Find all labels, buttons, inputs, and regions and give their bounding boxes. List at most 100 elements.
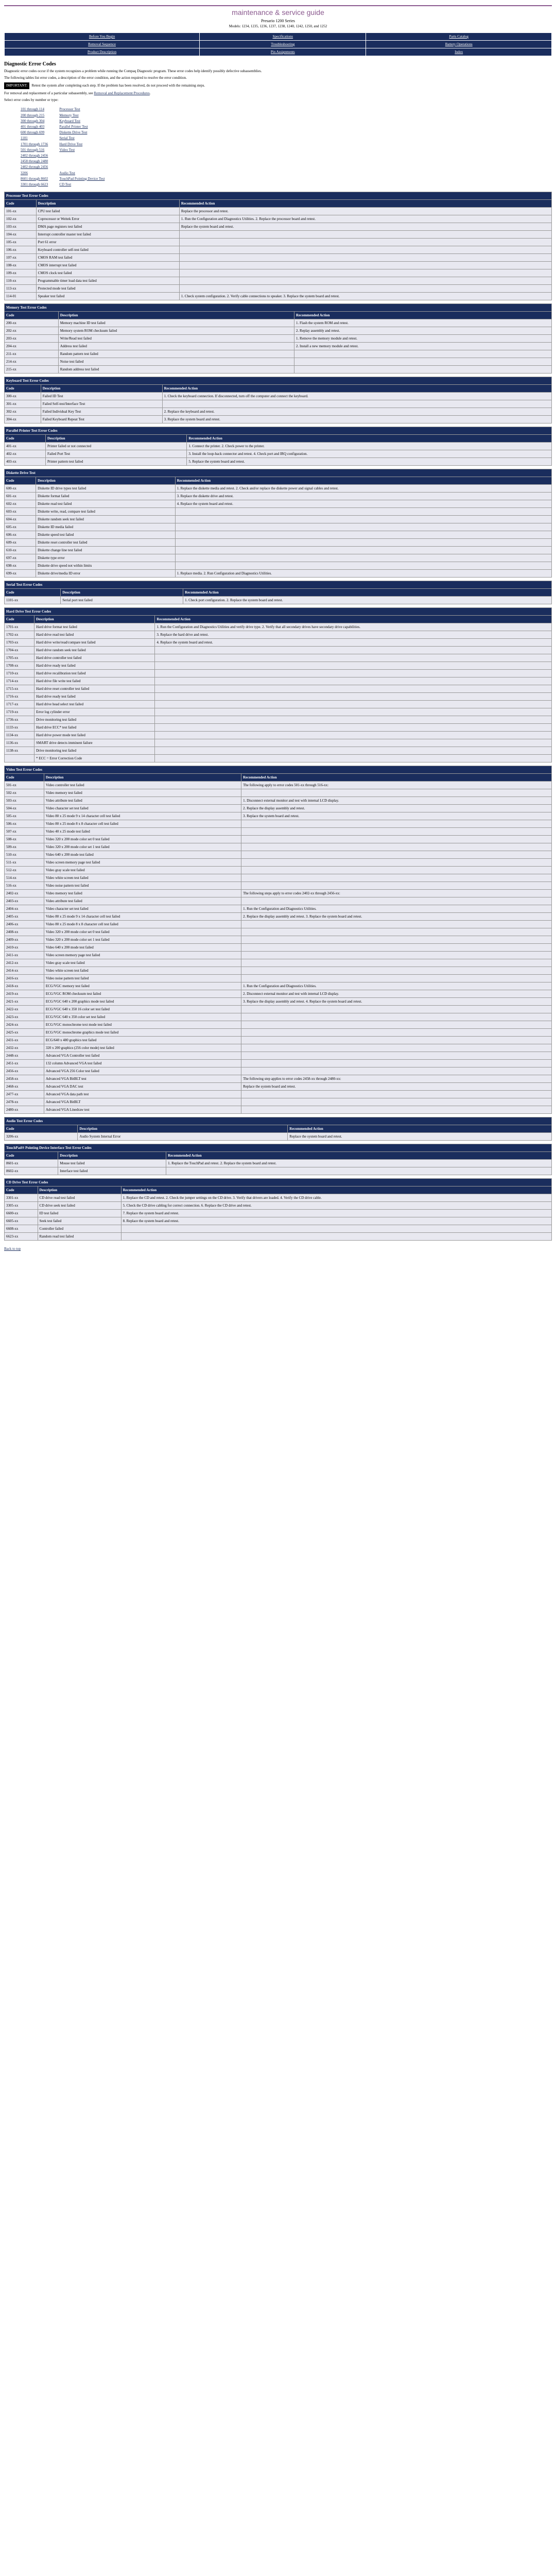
index-link[interactable]: 8601 through 8602 bbox=[21, 177, 48, 181]
index-link[interactable]: Hard Drive Test bbox=[59, 142, 82, 146]
column-header: Code bbox=[5, 200, 37, 208]
table-row: 1719-xxError log cylinder error bbox=[5, 708, 552, 716]
table-row: 1710-xxHard drive recalibration test fai… bbox=[5, 670, 552, 677]
models: Models: 1234, 1235, 1236, 1237, 1238, 12… bbox=[4, 24, 552, 28]
index-link[interactable]: 1101 bbox=[21, 136, 28, 140]
index-link[interactable]: CD Test bbox=[59, 182, 71, 187]
table-row: 114-01Speaker test failed1. Check system… bbox=[5, 293, 552, 300]
table-row: 3206-xxAudio System Internal ErrorReplac… bbox=[5, 1133, 552, 1141]
table-row: 2458-xxAdvanced VGA BitBLT testThe follo… bbox=[5, 1075, 552, 1083]
index-link[interactable]: Audio Test bbox=[59, 171, 75, 175]
index-link[interactable]: 1701 through 1736 bbox=[21, 142, 48, 146]
back-to-top[interactable]: Back to top bbox=[4, 1247, 552, 1251]
table-row: 202-xxMemory system ROM checksum failed2… bbox=[5, 327, 552, 335]
table-row: 2411-xxVideo screen memory page test fai… bbox=[5, 952, 552, 959]
table-row: 507-xxVideo 40 x 25 mode test failed bbox=[5, 828, 552, 836]
table-row: 6623-xxRandom read test failed bbox=[5, 1233, 552, 1241]
table-row: 502-xxVideo memory test failed bbox=[5, 789, 552, 797]
nav-table: Before You Begin Specifications Parts Cata… bbox=[4, 32, 552, 56]
index-link[interactable]: 2402 through 2456 bbox=[21, 165, 48, 169]
table-row: 610-xxDiskette change line test failed bbox=[5, 547, 552, 554]
table-row: 204-xxAddress test failed2. Install a ne… bbox=[5, 343, 552, 350]
nav-link[interactable]: Specifications bbox=[272, 35, 293, 39]
intro-p2: The following tables list error codes, a… bbox=[4, 76, 552, 80]
index-link[interactable]: 401 through 403 bbox=[21, 125, 44, 129]
index-link[interactable]: TouchPad Pointing Device Test bbox=[59, 177, 105, 181]
table-row: 512-xxVideo gray scale test failed bbox=[5, 867, 552, 874]
index-link[interactable]: Processor Test bbox=[59, 107, 80, 111]
index-link[interactable]: Diskette Drive Test bbox=[59, 130, 87, 134]
index-link[interactable]: Serial Test bbox=[59, 136, 75, 140]
nav-link[interactable]: Pin Assignments bbox=[271, 50, 295, 54]
table-row: 8602-xxInterface test failed bbox=[5, 1167, 552, 1175]
index-link[interactable]: 300 through 304 bbox=[21, 119, 44, 123]
table-row: 203-xxWrite/Read test failed1. Remove th… bbox=[5, 335, 552, 343]
table-row: 106-xxKeyboard controller self-test fail… bbox=[5, 246, 552, 254]
table-row: 1702-xxHard drive read test failed3. Rep… bbox=[5, 631, 552, 639]
table-row: 110-xxProgrammable timer load data test … bbox=[5, 277, 552, 285]
table-section-header: CD Drive Test Error Codes bbox=[5, 1179, 552, 1187]
nav-link[interactable]: Removal Sequence bbox=[88, 42, 116, 46]
table-row: 606-xxDiskette speed test failed bbox=[5, 531, 552, 539]
column-header: Description bbox=[61, 589, 183, 597]
page-title: maintenance & service guide bbox=[4, 8, 552, 16]
index-link[interactable]: Video Test bbox=[59, 148, 75, 152]
table-section-header: Video Test Error Codes bbox=[5, 766, 552, 774]
table-row: 1714-xxHard drive file write test failed bbox=[5, 677, 552, 685]
nav-link[interactable]: Parts Catalog bbox=[449, 35, 468, 39]
link-index: 101 through 114 200 through 215 300 throug… bbox=[20, 106, 116, 189]
column-header: Recommended Action bbox=[121, 1187, 551, 1194]
column-header: Description bbox=[36, 200, 179, 208]
table-row: 215-xxRandom address test failed bbox=[5, 366, 552, 374]
table-row: 102-xxCoprocessor or Weitek Error1. Run … bbox=[5, 215, 552, 223]
nav-link[interactable]: Troubleshooting bbox=[271, 42, 294, 46]
table-row: 1133-xxHard drive ECC* test failed bbox=[5, 724, 552, 732]
index-link[interactable]: 2402 through 2456 bbox=[21, 154, 48, 158]
column-header: Description bbox=[45, 435, 186, 443]
index-link[interactable]: Parallel Printer Test bbox=[59, 125, 88, 129]
nav-link[interactable]: Index bbox=[455, 50, 463, 54]
column-header: Recommended Action bbox=[166, 1152, 552, 1160]
table-row: 211-xxRandom pattern test failed bbox=[5, 350, 552, 358]
table-row: 101-xxCPU test failedReplace the process… bbox=[5, 208, 552, 215]
table-row: 304-xxFailed Keyboard Repeat Test3. Repl… bbox=[5, 416, 552, 423]
column-header: Code bbox=[5, 774, 44, 782]
table-row: 2448-xxAdvanced VGA Controller test fail… bbox=[5, 1052, 552, 1060]
table-row: 302-xxFailed Individual Key Test2. Repla… bbox=[5, 408, 552, 416]
table-row: 2405-xxVideo 80 x 25 mode 9 x 14 charact… bbox=[5, 913, 552, 921]
index-link[interactable]: Keyboard Test bbox=[59, 119, 80, 123]
table-row: 2416-xxVideo noise pattern test failed bbox=[5, 975, 552, 982]
index-link[interactable]: 101 through 114 bbox=[21, 107, 44, 111]
index-link[interactable]: 501 through 516 bbox=[21, 148, 44, 152]
index-link[interactable]: 3206 bbox=[21, 171, 28, 175]
index-link[interactable]: Memory Test bbox=[59, 113, 78, 117]
table-row: 2478-xxAdvanced VGA BitBLT bbox=[5, 1098, 552, 1106]
table-row: 514-xxVideo white screen test failed bbox=[5, 874, 552, 882]
column-header: Recommended Action bbox=[288, 1125, 552, 1133]
index-link[interactable]: 600 through 699 bbox=[21, 130, 44, 134]
index-link[interactable]: 2458 through 2480 bbox=[21, 159, 48, 163]
table-row: 1136-xxSMART drive detects imminent fail… bbox=[5, 739, 552, 747]
table-row: 401-xxPrinter failed or not connected1. … bbox=[5, 443, 552, 450]
table-row: 2456-xxAdvanced VGA 256 Color test faile… bbox=[5, 1067, 552, 1075]
index-link[interactable]: 200 through 215 bbox=[21, 113, 44, 117]
table-row: 604-xxDiskette random seek test failed bbox=[5, 516, 552, 523]
table-row: 2422-xxECG/VGC 640 x 350 16 color set te… bbox=[5, 1006, 552, 1013]
table-row: 2480-xxAdvanced VGA Linedraw test bbox=[5, 1106, 552, 1114]
column-header: Recommended Action bbox=[155, 616, 552, 623]
removal-link[interactable]: Removal and Replacement Procedures bbox=[94, 91, 149, 95]
table-row: 1138-xxDrive monitoring test failed bbox=[5, 747, 552, 755]
nav-link[interactable]: Product Description bbox=[88, 50, 116, 54]
table-row: 107-xxCMOS RAM test failed bbox=[5, 254, 552, 262]
nav-link[interactable]: Before You Begin bbox=[89, 35, 115, 39]
column-header: Recommended Action bbox=[162, 385, 551, 393]
table-row: 698-xxDiskette drive speed not within li… bbox=[5, 562, 552, 570]
table-row: 300-xxFailed ID Test1. Check the keyboar… bbox=[5, 393, 552, 400]
nav-link[interactable]: Battery Operations bbox=[445, 42, 473, 46]
index-link[interactable]: 3301 through 6623 bbox=[21, 182, 48, 187]
table-row: 2403-xxVideo attribute test failed bbox=[5, 897, 552, 905]
table-row: 8601-xxMouse test failed1. Replace the T… bbox=[5, 1160, 552, 1167]
column-header: Code bbox=[5, 616, 34, 623]
table-row: 2402-xxVideo memory test failedThe follo… bbox=[5, 890, 552, 897]
column-header: Recommended Action bbox=[241, 774, 552, 782]
